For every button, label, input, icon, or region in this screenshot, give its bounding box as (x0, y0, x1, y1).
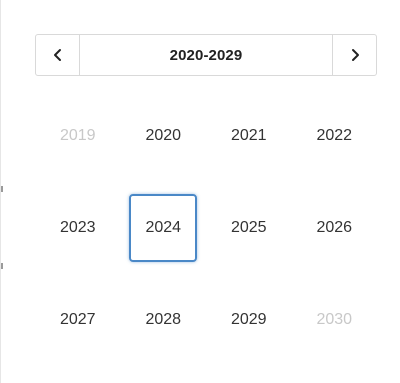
year-cell[interactable]: 2026 (292, 182, 378, 274)
year-label: 2027 (59, 311, 96, 328)
year-label: 2024 (145, 219, 182, 236)
year-grid: 2019 2020 2021 2022 2023 2024 2025 2026 … (35, 90, 377, 366)
year-cell[interactable]: 2021 (206, 90, 292, 182)
left-edge-tick (1, 263, 3, 269)
year-cell-selected[interactable]: 2024 (121, 182, 207, 274)
year-cell[interactable]: 2020 (121, 90, 207, 182)
year-label: 2028 (145, 311, 182, 328)
decade-title[interactable]: 2020-2029 (80, 35, 332, 75)
year-label: 2030 (316, 311, 353, 328)
previous-decade-button[interactable] (36, 35, 80, 75)
left-edge-tick (1, 186, 3, 192)
year-label: 2022 (316, 127, 353, 144)
chevron-right-icon (351, 49, 359, 61)
year-label: 2019 (59, 127, 96, 144)
year-cell[interactable]: 2027 (35, 274, 121, 366)
year-cell[interactable]: 2029 (206, 274, 292, 366)
year-label: 2023 (59, 219, 96, 236)
year-label: 2026 (316, 219, 353, 236)
year-label: 2020 (145, 127, 182, 144)
chevron-left-icon (53, 49, 61, 61)
year-cell[interactable]: 2028 (121, 274, 207, 366)
next-decade-button[interactable] (332, 35, 376, 75)
year-label: 2025 (230, 219, 267, 236)
year-picker-header: 2020-2029 (35, 34, 377, 76)
year-label: 2021 (230, 127, 267, 144)
year-cell[interactable]: 2023 (35, 182, 121, 274)
year-cell-outside-range[interactable]: 2030 (292, 274, 378, 366)
year-cell-outside-range[interactable]: 2019 (35, 90, 121, 182)
year-cell[interactable]: 2022 (292, 90, 378, 182)
year-label: 2029 (230, 311, 267, 328)
year-cell[interactable]: 2025 (206, 182, 292, 274)
